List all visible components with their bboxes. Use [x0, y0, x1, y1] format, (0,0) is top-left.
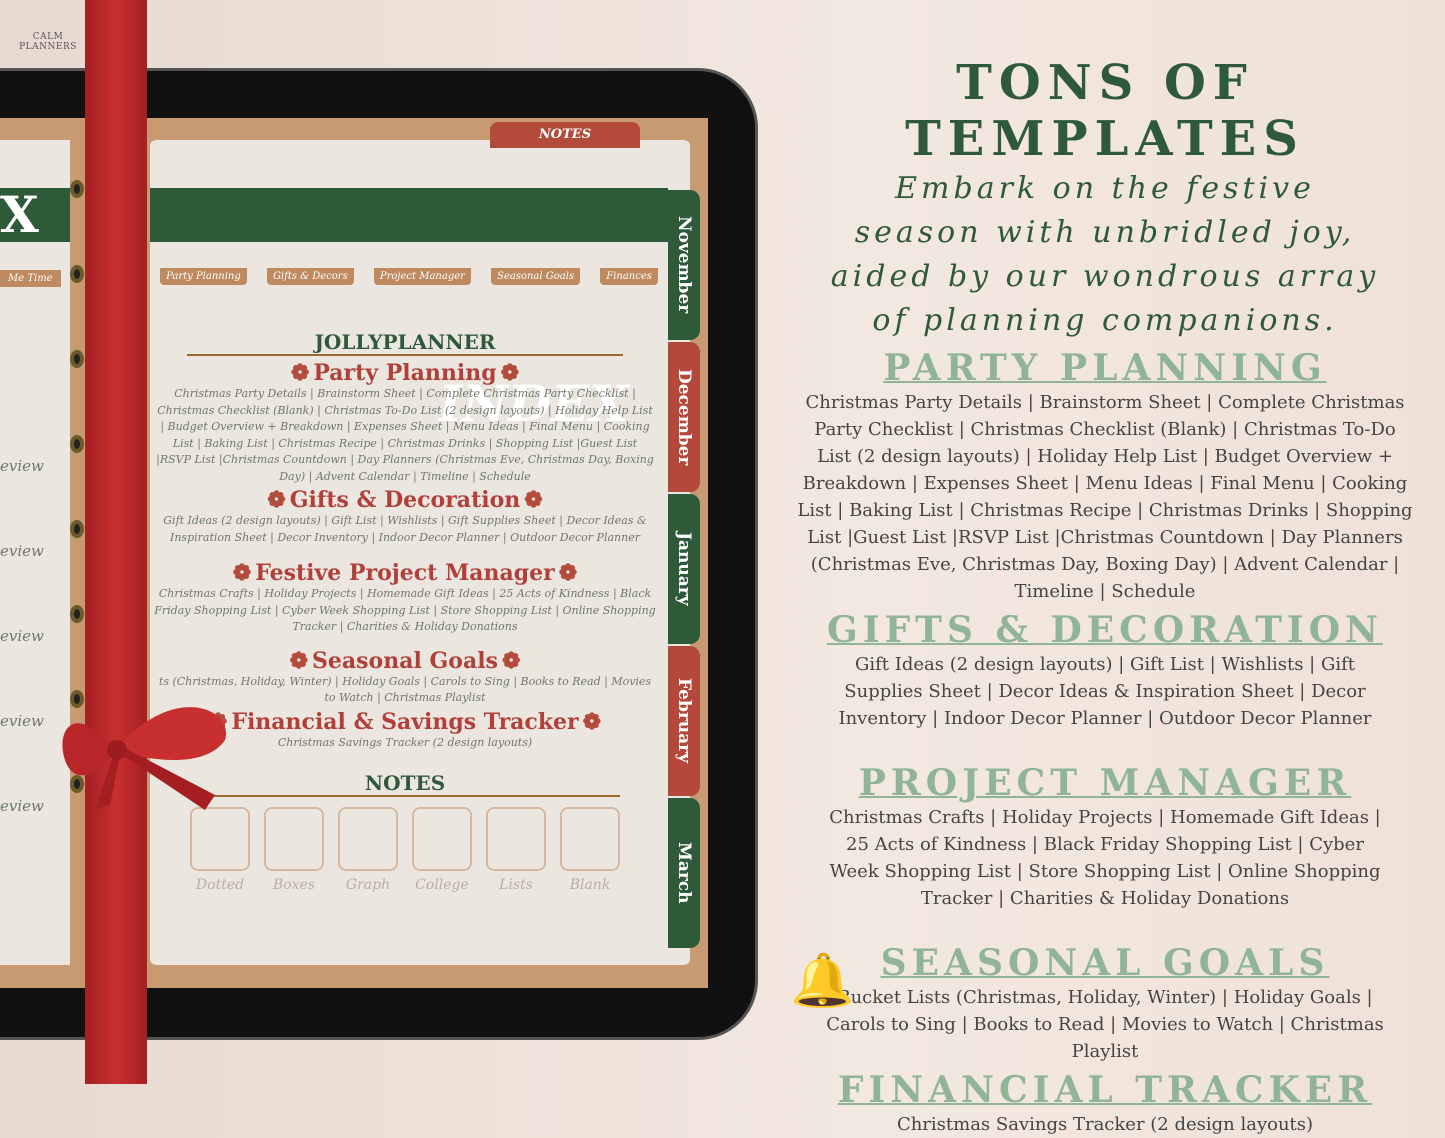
promo-panel: TONS OF TEMPLATES Embark on the festive …: [765, 55, 1445, 1138]
month-tab-march[interactable]: March: [668, 798, 700, 948]
left-page: eview eview eview eview eview: [0, 140, 70, 965]
promo-subtitle: Embark on the festive season with unbrid…: [830, 171, 1380, 338]
left-index-band: X: [0, 188, 70, 242]
tab-party-planning[interactable]: Party Planning: [160, 268, 247, 285]
left-page-item: eview: [0, 627, 44, 645]
tab-seasonal-goals[interactable]: Seasonal Goals: [491, 268, 581, 285]
promo-heading: PARTY PLANNING: [883, 347, 1327, 389]
promo-body: Christmas Savings Tracker (2 design layo…: [896, 1114, 1314, 1135]
red-ribbon: [85, 0, 147, 1084]
tab-me-time[interactable]: Me Time: [0, 270, 61, 287]
notes-heading: NOTES: [190, 771, 620, 797]
month-tab-january[interactable]: January: [668, 494, 700, 644]
note-template-dotted[interactable]: Dotted: [190, 807, 250, 893]
left-page-item: eview: [0, 457, 44, 475]
christmas-bell-icon: 🔔: [790, 951, 855, 1011]
section-body: Christmas Party Details | Brainstorm She…: [156, 387, 654, 483]
index-header: INDEX: [150, 188, 668, 432]
planner-name: JOLLYPLANNER: [187, 330, 623, 356]
section-link-project-manager[interactable]: Festive Project Manager: [150, 560, 660, 586]
notes-tab[interactable]: NOTES: [490, 122, 640, 148]
tab-project-manager[interactable]: Project Manager: [373, 268, 471, 285]
month-tab-november[interactable]: November: [668, 190, 700, 340]
promo-body: Christmas Crafts | Holiday Projects | Ho…: [829, 807, 1381, 909]
promo-body: Gift Ideas (2 design layouts) | Gift Lis…: [838, 654, 1372, 729]
tab-finances[interactable]: Finances: [600, 268, 658, 285]
section-link-party-planning[interactable]: Party Planning: [150, 360, 660, 386]
section-body: Gift Ideas (2 design layouts) | Gift Lis…: [163, 514, 647, 544]
left-page-item: eview: [0, 712, 44, 730]
note-template-boxes[interactable]: Boxes: [264, 807, 324, 893]
section-link-seasonal-goals[interactable]: Seasonal Goals: [150, 648, 660, 674]
promo-heading: SEASONAL GOALS: [880, 942, 1330, 984]
left-page-item: eview: [0, 542, 44, 560]
note-template-blank[interactable]: Blank: [560, 807, 620, 893]
promo-title: TONS OF TEMPLATES: [905, 55, 1305, 167]
notes-templates: Dotted Boxes Graph College Lists Blank: [150, 807, 660, 893]
promo-heading: GIFTS & DECORATION: [827, 609, 1383, 651]
note-template-lists[interactable]: Lists: [486, 807, 546, 893]
month-tab-february[interactable]: February: [668, 646, 700, 796]
note-template-college[interactable]: College: [412, 807, 472, 893]
brand-logo: CALM PLANNERS: [19, 32, 77, 52]
ribbon-bow-icon: [62, 707, 227, 810]
promo-heading: PROJECT MANAGER: [858, 762, 1352, 804]
section-body: Christmas Crafts | Holiday Projects | Ho…: [154, 587, 656, 633]
promo-body: Bucket Lists (Christmas, Holiday, Winter…: [826, 987, 1384, 1062]
promo-body: Christmas Party Details | Brainstorm She…: [797, 392, 1413, 602]
section-link-gifts-decoration[interactable]: Gifts & Decoration: [150, 487, 660, 513]
note-template-graph[interactable]: Graph: [338, 807, 398, 893]
promo-heading: FINANCIAL TRACKER: [837, 1069, 1373, 1111]
left-page-item: eview: [0, 797, 44, 815]
tab-gifts-decors[interactable]: Gifts & Decors: [266, 268, 354, 285]
section-tabs: Party Planning Gifts & Decors Project Ma…: [150, 268, 668, 285]
month-tab-december[interactable]: December: [668, 342, 700, 492]
